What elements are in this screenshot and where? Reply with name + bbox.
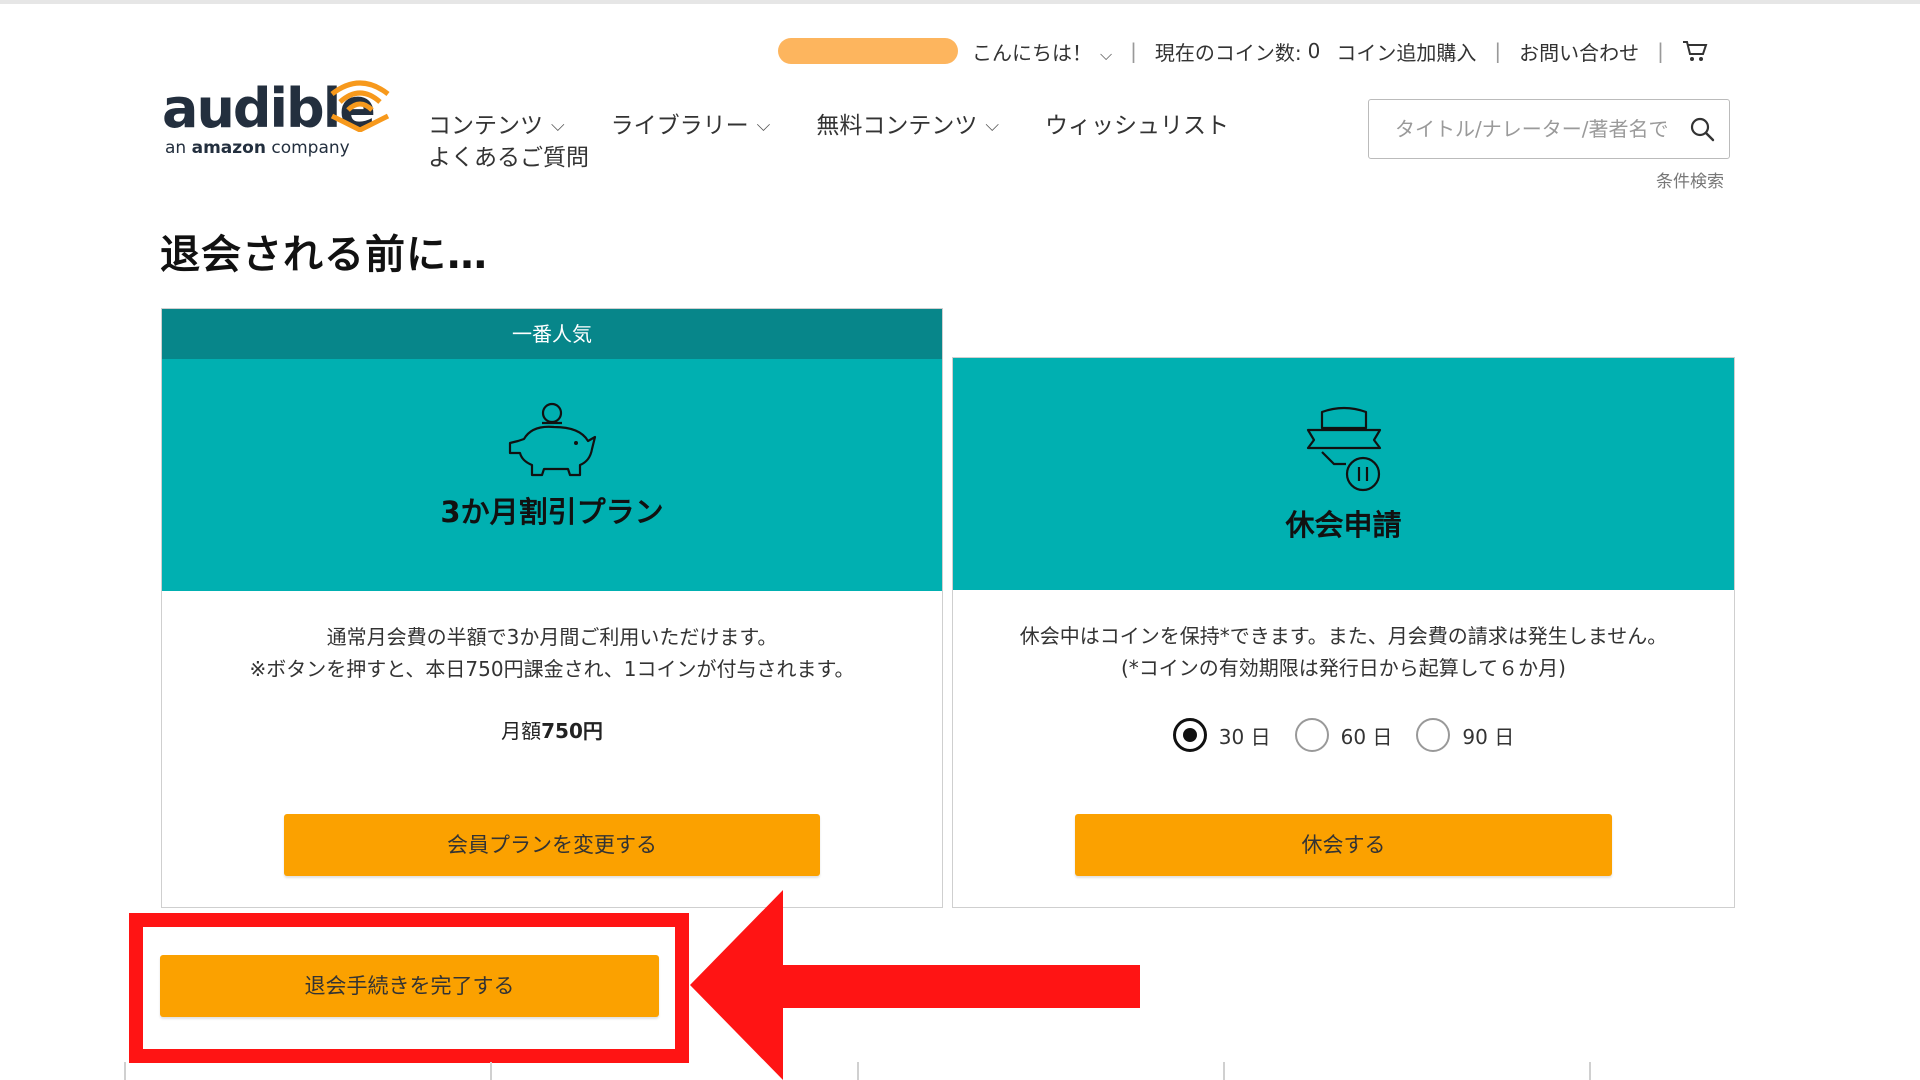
search-input[interactable] <box>1393 116 1689 142</box>
coin-label: 現在のコイン数: <box>1154 40 1302 65</box>
divider: | <box>1494 39 1502 63</box>
greeting-text: こんにちは！ <box>972 40 1092 65</box>
logo-tagline: an amazon company <box>165 138 350 158</box>
divider: | <box>1657 39 1664 63</box>
search-icon[interactable] <box>1689 116 1715 142</box>
chevron-down-icon: ⌵ <box>551 115 565 136</box>
pause-duration-options: 30 日 60 日 90 日 <box>953 718 1734 752</box>
search-box <box>1368 99 1730 159</box>
footer-divider <box>857 1062 859 1080</box>
nav-item-content[interactable]: コンテンツ ⌵ <box>428 110 565 142</box>
pause-button[interactable]: 休会する <box>1075 814 1612 876</box>
top-border <box>0 0 1920 4</box>
radio-label-90: 90 日 <box>1462 724 1515 749</box>
piggy-bank-icon <box>508 402 597 477</box>
radio-30-days[interactable] <box>1172 718 1207 752</box>
page-title: 退会される前に… <box>160 232 488 278</box>
chevron-down-icon: ⌵ <box>756 115 771 136</box>
pause-description: 休会中はコインを保持*できます。また、月会費の請求は発生しません。 (*コインの… <box>1019 624 1668 680</box>
discount-plan-title: 3か月割引プラン <box>440 495 664 529</box>
chevron-down-icon: ⌵ <box>985 115 999 136</box>
masked-username <box>778 38 958 64</box>
popular-badge: 一番人気 <box>162 309 942 359</box>
advanced-search-link[interactable]: 条件検索 <box>1656 167 1724 192</box>
coin-count: 0 <box>1307 39 1321 63</box>
radio-label-30: 30 日 <box>1218 724 1271 749</box>
footer-divider <box>124 1062 126 1080</box>
logo-waves-icon <box>330 80 390 132</box>
divider: | <box>1130 39 1137 63</box>
radio-label-60: 60 日 <box>1340 724 1393 749</box>
pause-membership-card: 休会申請 休会中はコインを保持*できます。また、月会費の請求は発生しません。 (… <box>952 357 1735 908</box>
audible-logo[interactable]: audible an amazon company <box>160 80 390 170</box>
pause-title: 休会申請 <box>1285 508 1402 542</box>
discount-plan-hero: 3か月割引プラン <box>162 359 942 591</box>
radio-60-days[interactable] <box>1294 718 1329 752</box>
red-arrow-icon <box>690 890 1140 1080</box>
monthly-price: 月額750円 <box>501 719 603 743</box>
account-menu[interactable]: こんにちは！ ⌵ <box>972 37 1112 66</box>
nav-item-free-content[interactable]: 無料コンテンツ ⌵ <box>816 110 999 142</box>
nav-item-faq[interactable]: よくあるご質問 <box>428 142 589 174</box>
contact-link[interactable]: お問い合わせ <box>1519 37 1639 66</box>
discount-plan-card: 一番人気 3か月割引プラン 通常月会費の半額で3か月間ご利用いただけます。 ※ボ… <box>161 308 943 908</box>
footer-divider <box>490 1062 492 1080</box>
nav-item-library[interactable]: ライブラリー ⌵ <box>611 110 771 142</box>
discount-plan-description: 通常月会費の半額で3か月間ご利用いただけます。 ※ボタンを押すと、本日750円課… <box>249 625 855 681</box>
account-bar: こんにちは！ ⌵ | 現在のコイン数: 0 コイン追加購入 | お問い合わせ | <box>778 36 1708 66</box>
pause-membership-icon <box>1306 406 1381 492</box>
cart-icon[interactable] <box>1682 39 1708 63</box>
footer-divider <box>1223 1062 1225 1080</box>
main-nav: コンテンツ ⌵ ライブラリー ⌵ 無料コンテンツ ⌵ ウィッシュリスト よくあるご質問 <box>428 110 1229 174</box>
footer-divider <box>1589 1062 1591 1080</box>
change-plan-button[interactable]: 会員プランを変更する <box>284 814 820 876</box>
nav-item-wishlist[interactable]: ウィッシュリスト <box>1045 110 1229 142</box>
pause-hero: 休会申請 <box>953 358 1734 590</box>
buy-coins-link[interactable]: コイン追加購入 <box>1336 37 1476 66</box>
chevron-down-icon: ⌵ <box>1100 44 1113 64</box>
complete-cancellation-button[interactable]: 退会手続きを完了する <box>160 955 659 1017</box>
radio-90-days[interactable] <box>1416 718 1451 752</box>
